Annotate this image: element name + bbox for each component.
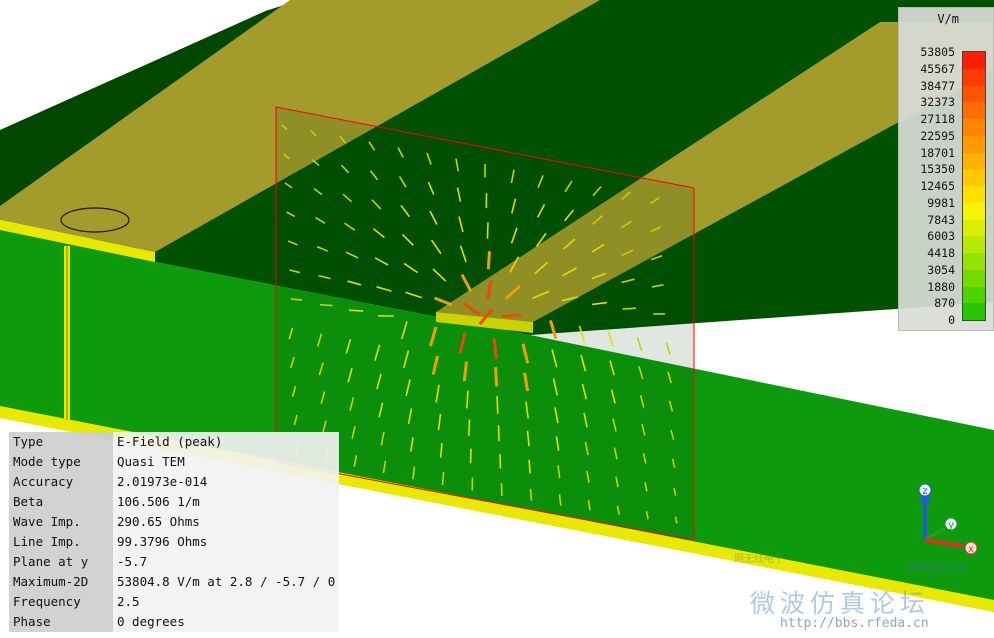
legend-tick: 18701: [920, 145, 955, 160]
result-info-panel: Type E-Field (peak) Mode type Quasi TEM Accu…: [9, 432, 340, 632]
info-key: Frequency: [9, 592, 113, 612]
legend-swatch: [963, 135, 985, 153]
legend-tick: 870: [934, 296, 955, 311]
field-arrow: [348, 309, 364, 312]
info-row: Line Imp. 99.3796 Ohms: [9, 532, 340, 552]
field-arrow: [441, 471, 445, 486]
field-arrow: [494, 367, 499, 387]
field-arrow: [467, 419, 471, 436]
info-value: 99.3796 Ohms: [113, 532, 340, 552]
legend-tick: 12465: [920, 179, 955, 193]
field-arrow: [502, 313, 522, 318]
info-key: Line Imp.: [9, 532, 113, 552]
info-row: Accuracy 2.01973e-014: [9, 472, 340, 492]
legend-swatch: [963, 119, 985, 136]
legend-swatch: [963, 303, 985, 320]
legend-tick: 27118: [920, 112, 955, 126]
info-key: Type: [9, 432, 113, 452]
legend-tick: 3054: [927, 262, 955, 277]
legend-swatch: [963, 52, 985, 69]
info-row: Wave Imp. 290.65 Ohms: [9, 512, 340, 532]
axis-x-label: x: [968, 544, 974, 555]
field-arrow: [319, 303, 333, 307]
legend-swatch: [963, 236, 985, 253]
legend-tick: 6003: [927, 229, 955, 244]
info-row: Beta 106.506 1/m: [9, 492, 340, 512]
axis-triad[interactable]: z y x: [905, 478, 985, 558]
axis-y-label: y: [948, 520, 954, 531]
field-arrow: [496, 396, 499, 414]
legend-swatch: [963, 219, 985, 237]
legend-swatch: [963, 286, 985, 304]
legend-swatch: [963, 68, 985, 86]
legend-tick: 22595: [920, 128, 955, 143]
legend-color-bar: [962, 51, 986, 321]
field-arrow: [529, 488, 533, 501]
field-arrow: [486, 222, 489, 239]
legend-tick: 9981: [927, 195, 955, 210]
legend-tick: 32373: [920, 95, 955, 110]
legend-swatch: [963, 102, 985, 119]
axis-z-label: z: [922, 486, 928, 497]
info-value: Quasi TEM: [113, 452, 340, 472]
legend-swatch: [963, 202, 985, 220]
legend-swatch: [963, 186, 985, 203]
info-value: 53804.8 V/m at 2.8 / -5.7 / 0: [113, 572, 340, 592]
legend-swatch: [963, 253, 985, 270]
info-row: Mode type Quasi TEM: [9, 452, 340, 472]
field-arrow: [497, 425, 500, 442]
legend-tick: 45567: [920, 61, 955, 76]
info-value: 106.506 1/m: [113, 492, 340, 512]
info-key: Maximum-2D: [9, 572, 113, 592]
info-value: 0 degrees: [113, 612, 340, 632]
info-row: Maximum-2D 53804.8 V/m at 2.8 / -5.7 / 0: [9, 572, 340, 592]
legend-unit: V/m: [937, 12, 959, 26]
legend-tick: 1880: [927, 279, 955, 294]
info-row: Phase 0 degrees: [9, 612, 340, 632]
legend-tick: 38477: [920, 78, 955, 93]
info-key: Phase: [9, 612, 113, 632]
field-arrow: [486, 251, 491, 270]
legend-tick: 53805: [920, 45, 955, 59]
info-key: Plane at y: [9, 552, 113, 572]
info-key: Wave Imp.: [9, 512, 113, 532]
legend-swatch: [963, 85, 985, 103]
legend-tick: 7843: [927, 212, 955, 227]
info-value: E-Field (peak): [113, 432, 340, 452]
info-value: 290.65 Ohms: [113, 512, 340, 532]
field-arrow: [622, 307, 637, 310]
info-value: 2.5: [113, 592, 340, 612]
info-value: -5.7: [113, 552, 340, 572]
legend-swatch: [963, 269, 985, 287]
legend-tick: 15350: [920, 162, 955, 177]
legend-tick: 4418: [927, 246, 955, 260]
color-legend: V/m 53805 45567 38477 32373 27118 22595 18701 1…: [898, 7, 994, 331]
legend-swatch: [963, 169, 985, 186]
info-value: 2.01973e-014: [113, 472, 340, 492]
info-key: Beta: [9, 492, 113, 512]
info-row: Plane at y -5.7: [9, 552, 340, 572]
info-key: Mode type: [9, 452, 113, 472]
legend-tick: 0: [948, 313, 955, 327]
info-row: Type E-Field (peak): [9, 432, 340, 452]
field-arrow: [290, 298, 303, 301]
info-key: Accuracy: [9, 472, 113, 492]
info-row: Frequency 2.5: [9, 592, 340, 612]
legend-swatch: [963, 152, 985, 170]
